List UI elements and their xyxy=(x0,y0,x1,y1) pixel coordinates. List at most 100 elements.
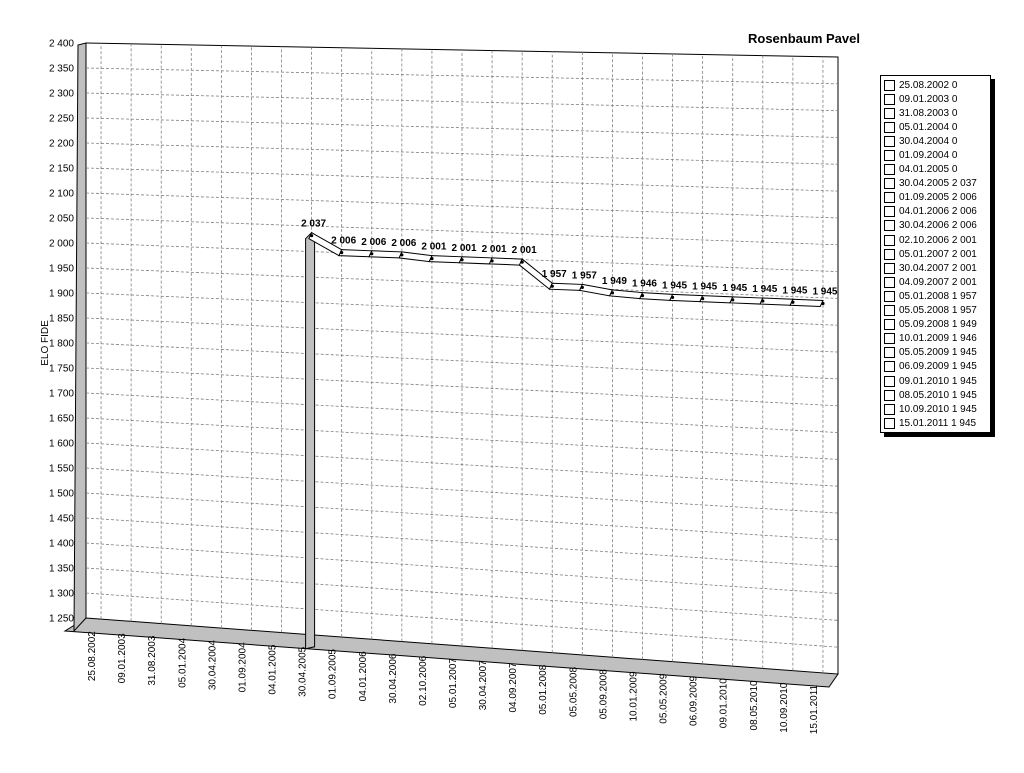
legend-item: 05.01.2007 2 001 xyxy=(884,247,990,261)
data-label: 1 945 xyxy=(662,280,687,291)
series-point xyxy=(550,284,554,288)
legend-swatch xyxy=(884,276,895,288)
y-tick-label: 1 800 xyxy=(49,339,74,350)
legend-label: 30.04.2006 2 006 xyxy=(899,220,977,232)
x-tick-label: 25.08.2002 xyxy=(87,631,98,681)
data-label: 2 006 xyxy=(331,236,356,247)
data-label: 2 001 xyxy=(512,245,537,256)
x-tick-label: 05.01.2007 xyxy=(448,658,459,708)
legend-label: 25.08.2002 0 xyxy=(899,79,958,91)
series-point xyxy=(340,251,344,255)
x-tick-label: 30.04.2005 xyxy=(298,646,309,696)
legend-item: 10.01.2009 1 946 xyxy=(884,332,990,346)
legend-label: 05.05.2008 1 957 xyxy=(899,305,977,317)
legend-swatch xyxy=(884,135,895,147)
data-label: 1 945 xyxy=(722,283,747,294)
series-point xyxy=(821,301,825,306)
series-segment xyxy=(639,292,674,301)
x-tick-label: 02.10.2006 xyxy=(418,655,429,705)
y-tick-label: 2 100 xyxy=(49,189,74,200)
legend-label: 04.09.2007 2 001 xyxy=(899,276,977,288)
legend-item: 08.05.2010 1 945 xyxy=(884,388,990,402)
legend-label: 05.01.2004 0 xyxy=(899,121,958,133)
y-tick-label: 1 300 xyxy=(49,589,74,600)
x-tick-label: 09.01.2010 xyxy=(719,678,730,728)
y-tick-label: 2 050 xyxy=(49,214,74,225)
series-drop-wall xyxy=(305,232,316,650)
legend-label: 10.01.2009 1 946 xyxy=(899,333,977,345)
y-tick-label: 2 400 xyxy=(49,39,74,50)
legend-swatch xyxy=(884,93,895,105)
series-segment xyxy=(368,250,403,259)
series-point xyxy=(701,297,705,301)
data-label: 2 037 xyxy=(301,219,326,230)
x-tick-label: 05.01.2004 xyxy=(177,637,188,687)
y-axis-title: ELO FIDE xyxy=(40,320,51,366)
y-tick-label: 2 350 xyxy=(49,64,74,75)
legend-swatch xyxy=(884,206,895,218)
legend-label: 09.01.2003 0 xyxy=(899,93,958,105)
chart-wall xyxy=(73,42,87,633)
x-tick-label: 04.01.2006 xyxy=(358,651,369,701)
legend-swatch xyxy=(884,164,895,176)
legend-swatch xyxy=(884,375,895,387)
series-segment xyxy=(608,289,644,300)
legend-item: 05.09.2008 1 949 xyxy=(884,318,990,332)
legend-label: 01.09.2004 0 xyxy=(899,150,958,162)
y-tick-label: 2 250 xyxy=(49,114,74,125)
legend-label: 31.08.2003 0 xyxy=(899,107,958,119)
data-label: 2 001 xyxy=(421,242,446,253)
legend-item: 05.05.2009 1 945 xyxy=(884,346,990,360)
y-tick-label: 2 150 xyxy=(49,164,74,175)
series-point xyxy=(791,300,795,304)
x-tick-label: 05.05.2009 xyxy=(659,673,670,723)
series-point xyxy=(761,299,765,303)
data-label: 2 006 xyxy=(361,237,386,248)
legend-label: 05.01.2008 1 957 xyxy=(899,290,977,302)
legend-swatch xyxy=(884,417,895,429)
x-tick-label: 31.08.2003 xyxy=(147,635,158,685)
data-label: 2 001 xyxy=(451,243,476,254)
y-tick-label: 1 250 xyxy=(49,614,74,625)
data-label: 1 946 xyxy=(632,279,657,290)
data-label: 1 945 xyxy=(782,285,807,296)
legend-item: 05.01.2008 1 957 xyxy=(884,289,990,303)
legend-item: 01.09.2004 0 xyxy=(884,148,990,162)
x-tick-label: 08.05.2010 xyxy=(749,680,760,730)
legend-item: 06.09.2009 1 945 xyxy=(884,360,990,374)
legend-label: 30.04.2005 2 037 xyxy=(899,178,977,190)
series-point xyxy=(400,253,404,257)
chart-svg: 1 250 1 300 1 350 1 400 1 450 1 500 1 550 1 600… xyxy=(40,39,839,734)
legend-swatch xyxy=(884,107,895,119)
x-tick-label: 01.09.2004 xyxy=(237,642,248,692)
y-tick-labels: 1 250 1 300 1 350 1 400 1 450 1 500 1 550 1 600… xyxy=(49,39,74,625)
x-tick-label: 10.09.2010 xyxy=(779,682,790,732)
data-label: 1 945 xyxy=(692,282,717,293)
series-point xyxy=(731,298,735,302)
data-label: 1 945 xyxy=(752,284,777,295)
x-tick-label: 04.09.2007 xyxy=(508,662,519,712)
legend-swatch xyxy=(884,192,895,204)
series-point xyxy=(310,234,314,238)
legend-swatch xyxy=(884,403,895,415)
legend-item: 30.04.2006 2 006 xyxy=(884,219,990,233)
legend-item: 15.01.2011 1 945 xyxy=(884,416,990,430)
legend-swatch xyxy=(884,319,895,331)
y-tick-label: 1 500 xyxy=(49,489,74,500)
data-label: 2 006 xyxy=(391,238,416,249)
legend-swatch xyxy=(884,220,895,232)
legend-label: 15.01.2011 1 945 xyxy=(899,417,977,429)
legend-item: 04.01.2005 0 xyxy=(884,163,990,177)
series-segment xyxy=(338,249,373,258)
legend-swatch xyxy=(884,248,895,260)
legend-item: 09.01.2003 0 xyxy=(884,92,990,106)
y-tick-label: 1 900 xyxy=(49,289,74,300)
chart-grid xyxy=(85,42,839,674)
y-tick-label: 2 200 xyxy=(49,139,74,150)
legend-item: 30.04.2004 0 xyxy=(884,134,990,148)
y-tick-label: 1 600 xyxy=(49,439,74,450)
data-label: 1 949 xyxy=(602,276,627,287)
chart-drop xyxy=(305,232,316,650)
data-label: 2 001 xyxy=(482,244,507,255)
series-segment xyxy=(398,251,433,263)
